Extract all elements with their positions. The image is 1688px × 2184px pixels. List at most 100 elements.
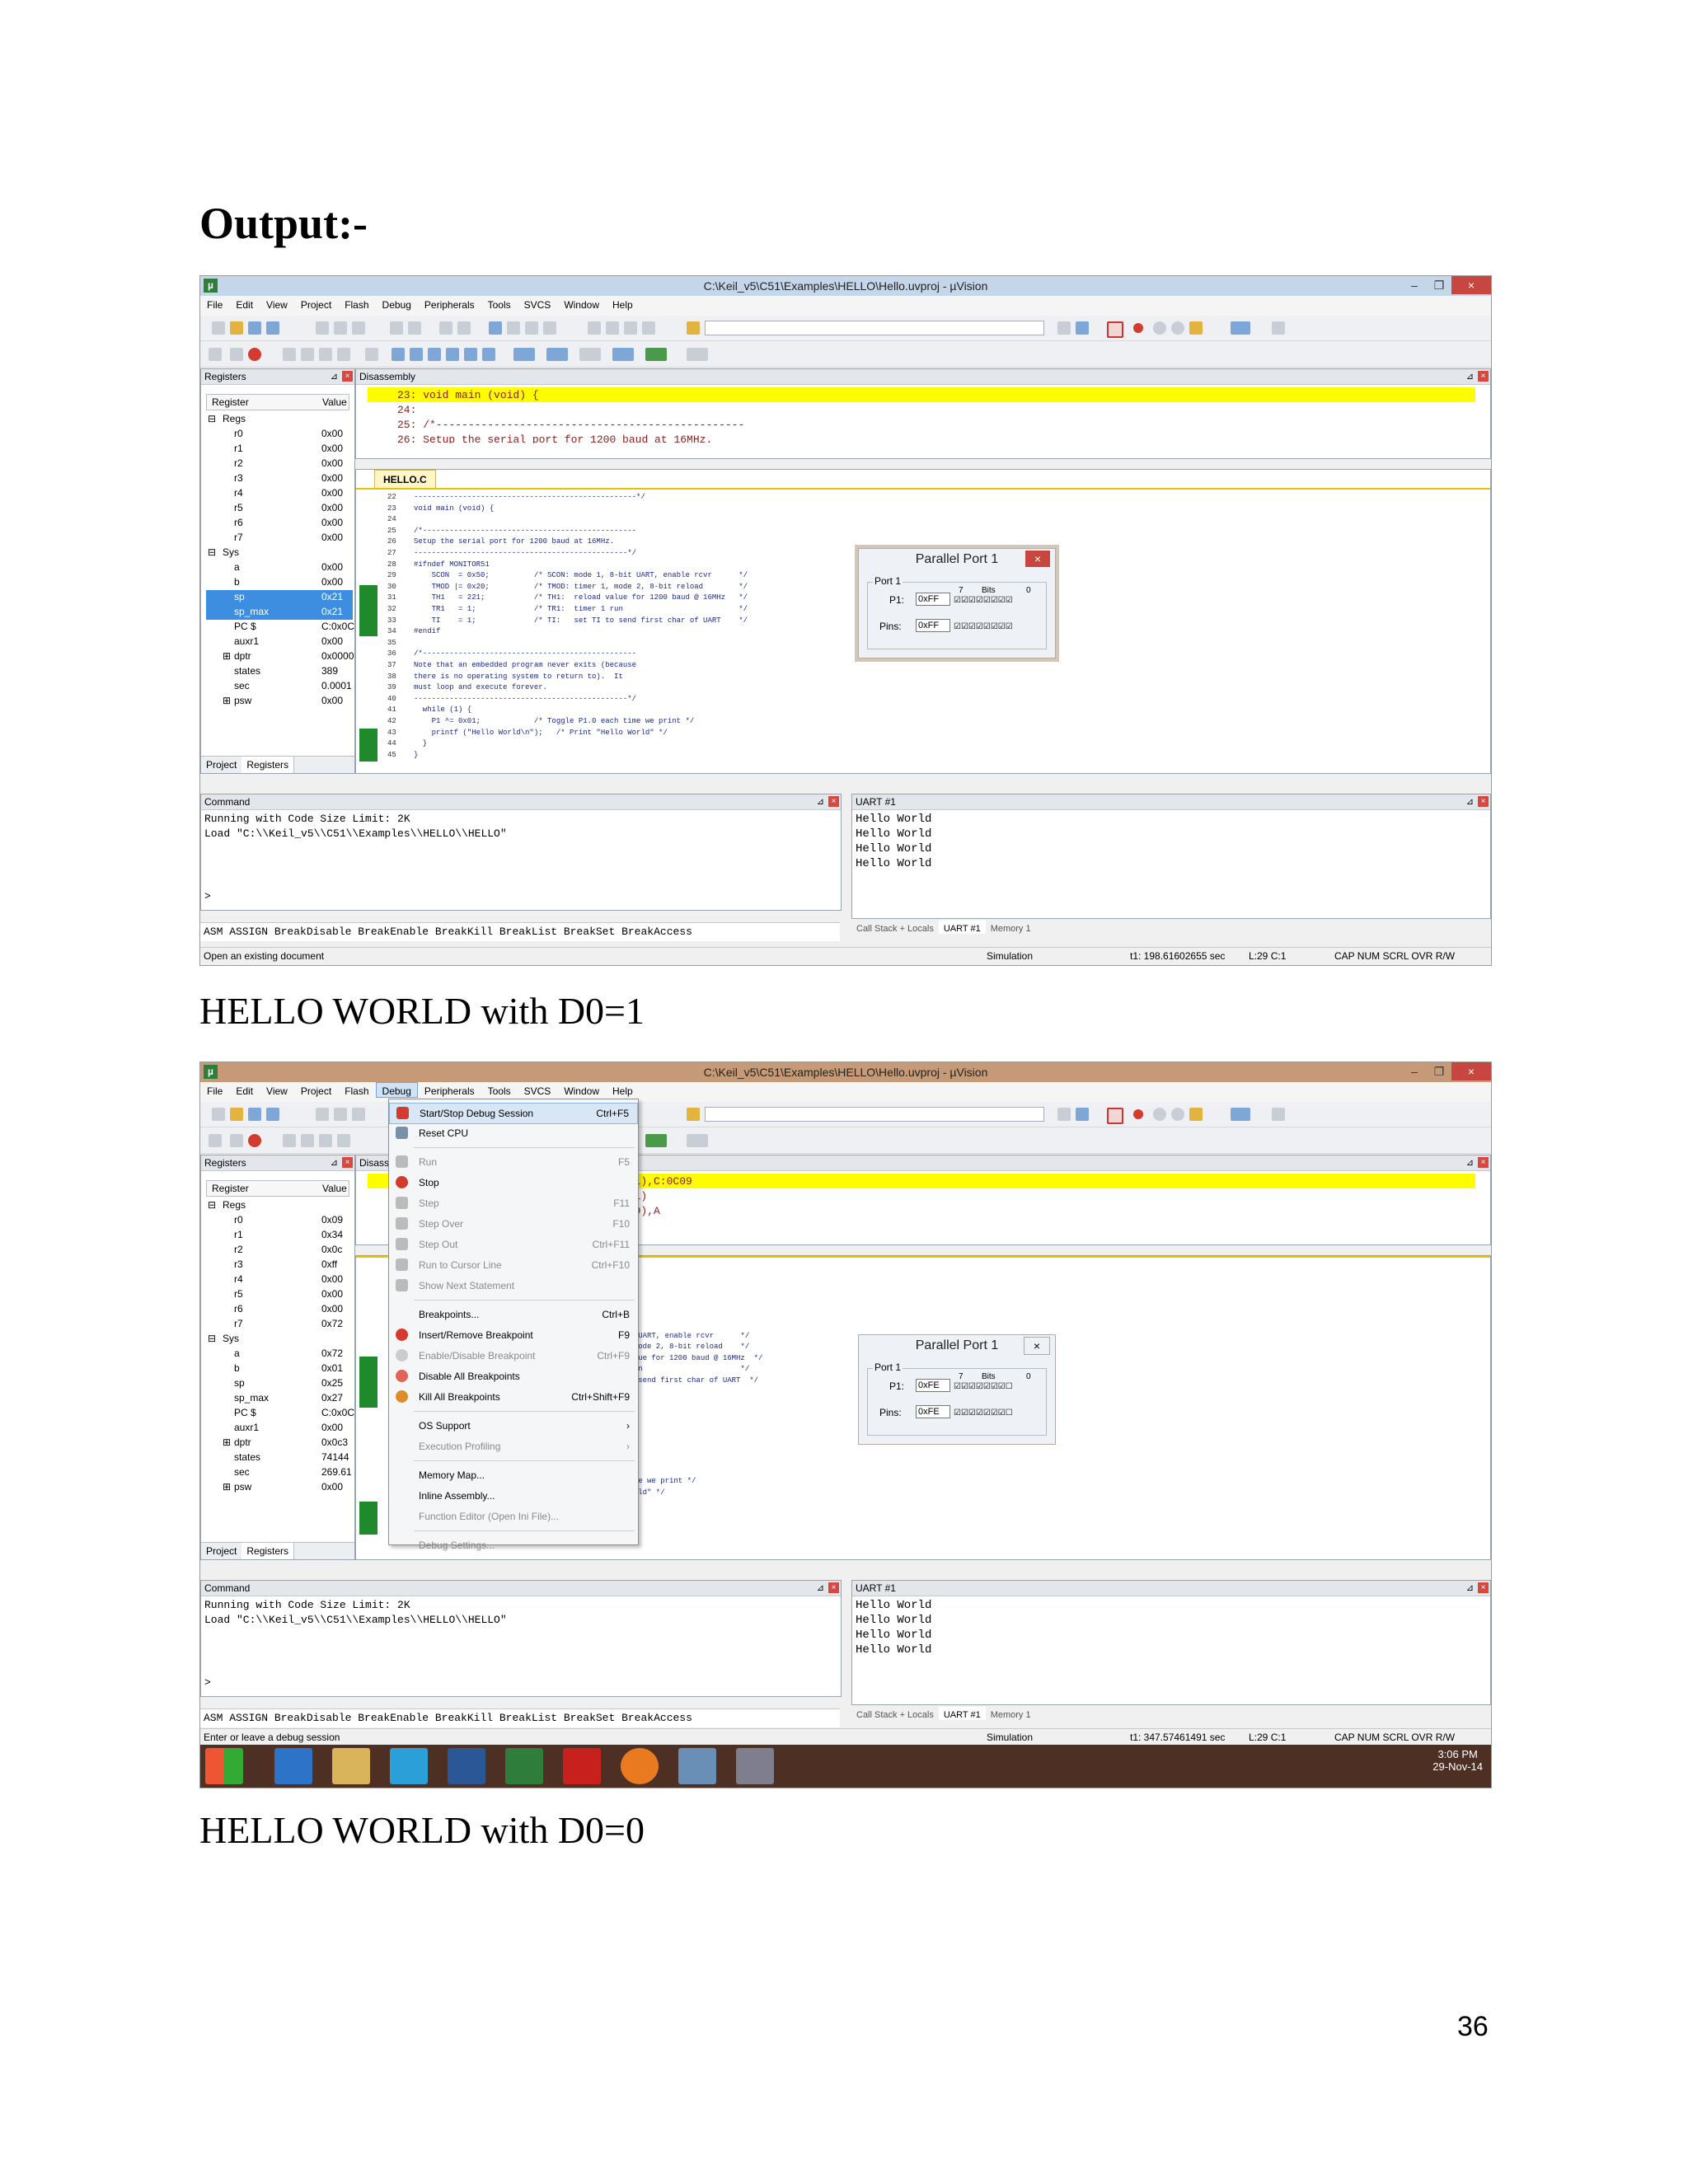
uncomment-icon[interactable] xyxy=(642,321,655,335)
trace-window-icon[interactable] xyxy=(612,348,634,361)
menu-peripherals[interactable]: Peripherals xyxy=(418,1082,481,1097)
close-icon[interactable]: × xyxy=(1478,796,1489,807)
register-row[interactable]: ⊞ dptr 0x0c3 xyxy=(206,1436,353,1451)
bookmark-prev-icon[interactable] xyxy=(507,321,520,335)
menu-help[interactable]: Help xyxy=(606,1082,640,1097)
registers-window-icon[interactable] xyxy=(446,348,459,361)
menu-peripherals[interactable]: Peripherals xyxy=(418,296,481,311)
menu-view[interactable]: View xyxy=(260,296,294,311)
call-stack-icon[interactable] xyxy=(464,348,477,361)
menu-file[interactable]: File xyxy=(200,296,229,311)
tab-uart1[interactable]: UART #1 xyxy=(938,1707,986,1720)
comment-icon[interactable] xyxy=(624,321,637,335)
step-over-icon[interactable] xyxy=(301,348,314,361)
save-all-icon[interactable] xyxy=(266,1108,279,1121)
menu-flash[interactable]: Flash xyxy=(338,296,375,311)
nav-back-icon[interactable] xyxy=(439,321,452,335)
incremental-find-icon[interactable] xyxy=(1076,1108,1089,1121)
kill-breakpoints-icon[interactable] xyxy=(1189,321,1203,335)
register-row[interactable]: states 74144 xyxy=(206,1451,353,1465)
paste-icon[interactable] xyxy=(352,1108,365,1121)
close-icon[interactable]: × xyxy=(1478,371,1489,382)
register-row[interactable]: r5 0x00 xyxy=(206,1287,353,1302)
run-icon[interactable] xyxy=(230,348,243,361)
enable-breakpoint-icon[interactable] xyxy=(1153,321,1166,335)
incremental-find-icon[interactable] xyxy=(1076,321,1089,335)
menu-tools[interactable]: Tools xyxy=(481,296,518,311)
pin-icon[interactable]: ⊿ xyxy=(817,1581,824,1596)
p1-bit-checkboxes[interactable]: ☑☑☑☑☑☑☑☑ xyxy=(954,596,1013,606)
restore-button[interactable]: ❐ xyxy=(1427,1062,1451,1080)
collapse-icon[interactable]: ⊟ xyxy=(208,1333,216,1344)
register-row[interactable]: r6 0x00 xyxy=(206,516,353,531)
insert-breakpoint-icon[interactable] xyxy=(1133,323,1143,333)
sys-group[interactable]: Sys xyxy=(223,1333,239,1344)
debug-menu-item[interactable]: Memory Map... xyxy=(389,1465,638,1485)
firefox-icon[interactable] xyxy=(621,1748,659,1784)
tab-hello-c[interactable]: HELLO.C xyxy=(374,470,436,489)
find-in-files-icon[interactable] xyxy=(687,1108,700,1121)
menu-window[interactable]: Window xyxy=(557,296,606,311)
debug-menu-item[interactable]: Step F11 xyxy=(389,1193,638,1213)
register-row[interactable]: sp_max 0x21 xyxy=(206,605,353,620)
cut-icon[interactable] xyxy=(316,1108,329,1121)
command-prompt[interactable]: > xyxy=(204,1676,211,1689)
toolbox-icon[interactable] xyxy=(687,348,708,361)
debug-session-icon[interactable] xyxy=(1107,321,1123,338)
unindent-icon[interactable] xyxy=(606,321,619,335)
debug-menu-item[interactable]: Show Next Statement xyxy=(389,1276,638,1296)
bookmark-icon[interactable] xyxy=(489,321,502,335)
system-clock[interactable]: 3:06 PM 29-Nov-14 xyxy=(1432,1748,1483,1773)
tab-registers[interactable]: Registers xyxy=(241,1543,295,1559)
menu-view[interactable]: View xyxy=(260,1082,294,1097)
run-to-cursor-icon[interactable] xyxy=(337,1134,350,1147)
word-icon[interactable] xyxy=(448,1748,485,1784)
tab-call-stack[interactable]: Call Stack + Locals xyxy=(851,1707,939,1720)
register-row[interactable]: sp_max 0x27 xyxy=(206,1391,353,1406)
debug-menu-item[interactable]: Debug Settings... xyxy=(389,1535,638,1555)
collapse-icon[interactable]: ⊟ xyxy=(208,546,216,558)
register-row[interactable]: r3 0xff xyxy=(206,1258,353,1272)
register-row[interactable]: sec 0.0001 xyxy=(206,679,353,694)
register-row[interactable]: r7 0x00 xyxy=(206,531,353,546)
register-row[interactable]: r4 0x00 xyxy=(206,1272,353,1287)
tools-app-icon[interactable] xyxy=(736,1748,774,1784)
run-icon[interactable] xyxy=(230,1134,243,1147)
step-over-icon[interactable] xyxy=(301,1134,314,1147)
symbols-window-icon[interactable] xyxy=(428,348,441,361)
pin-icon[interactable]: ⊿ xyxy=(1466,1581,1474,1596)
redo-icon[interactable] xyxy=(408,321,421,335)
register-row[interactable]: r0 0x00 xyxy=(206,427,353,442)
step-icon[interactable] xyxy=(283,348,296,361)
register-row[interactable]: auxr1 0x00 xyxy=(206,635,353,649)
register-row[interactable]: states 389 xyxy=(206,664,353,679)
menu-file[interactable]: File xyxy=(200,1082,229,1097)
disable-breakpoints-icon[interactable] xyxy=(1171,1108,1184,1121)
close-icon[interactable]: × xyxy=(828,1582,839,1593)
minimize-button[interactable]: – xyxy=(1402,276,1427,294)
register-row[interactable]: sec 269.61 xyxy=(206,1465,353,1480)
menu-tools[interactable]: Tools xyxy=(481,1082,518,1097)
register-row[interactable]: PC $ C:0x0C xyxy=(206,1406,354,1421)
start-icon[interactable] xyxy=(205,1748,243,1784)
toolbox-icon[interactable] xyxy=(687,1134,708,1147)
analysis-window-icon[interactable] xyxy=(579,348,601,361)
register-row[interactable]: sp 0x21 xyxy=(206,590,353,605)
register-row[interactable]: r4 0x00 xyxy=(206,486,353,501)
register-row[interactable]: r0 0x09 xyxy=(206,1213,353,1228)
configure-icon[interactable] xyxy=(1272,321,1285,335)
debug-menu-item[interactable]: Reset CPU xyxy=(389,1123,638,1143)
collapse-icon[interactable]: ⊟ xyxy=(208,1199,216,1211)
menu-svcs[interactable]: SVCS xyxy=(518,1082,558,1097)
next-statement-icon[interactable] xyxy=(365,348,378,361)
acrobat-icon[interactable] xyxy=(563,1748,601,1784)
close-button[interactable]: × xyxy=(1451,276,1491,294)
menu-window[interactable]: Window xyxy=(557,1082,606,1097)
nav-forward-icon[interactable] xyxy=(457,321,471,335)
close-button[interactable]: × xyxy=(1451,1062,1491,1080)
debug-menu-item[interactable]: Enable/Disable Breakpoint Ctrl+F9 xyxy=(389,1346,638,1366)
debug-menu-item[interactable]: Function Editor (Open Ini File)... xyxy=(389,1507,638,1526)
debug-menu-item[interactable]: Disable All Breakpoints xyxy=(389,1366,638,1386)
pin-icon[interactable]: ⊿ xyxy=(1466,794,1474,809)
register-row[interactable]: r6 0x00 xyxy=(206,1302,353,1317)
